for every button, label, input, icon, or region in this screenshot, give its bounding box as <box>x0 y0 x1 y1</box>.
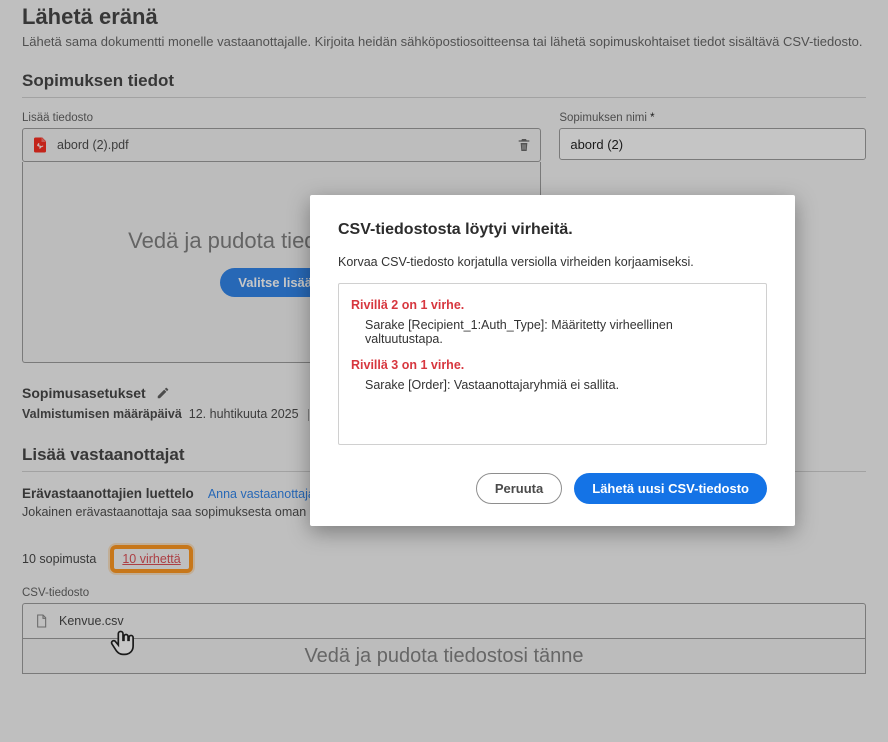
error-row-title: Rivillä 2 on 1 virhe. <box>351 298 754 312</box>
error-row-detail: Sarake [Recipient_1:Auth_Type]: Määritet… <box>365 318 754 346</box>
modal-lead: Korvaa CSV-tiedosto korjatulla versiolla… <box>338 255 767 269</box>
error-row-title: Rivillä 3 on 1 virhe. <box>351 358 754 372</box>
errors-scroll-area[interactable]: Rivillä 2 on 1 virhe. Sarake [Recipient_… <box>338 283 767 445</box>
error-row-detail: Sarake [Order]: Vastaanottajaryhmiä ei s… <box>365 378 754 392</box>
modal-title: CSV-tiedostosta löytyi virheitä. <box>338 221 767 239</box>
upload-new-csv-button[interactable]: Lähetä uusi CSV-tiedosto <box>574 473 767 504</box>
cancel-button[interactable]: Peruuta <box>476 473 562 504</box>
csv-errors-modal: CSV-tiedostosta löytyi virheitä. Korvaa … <box>310 195 795 526</box>
